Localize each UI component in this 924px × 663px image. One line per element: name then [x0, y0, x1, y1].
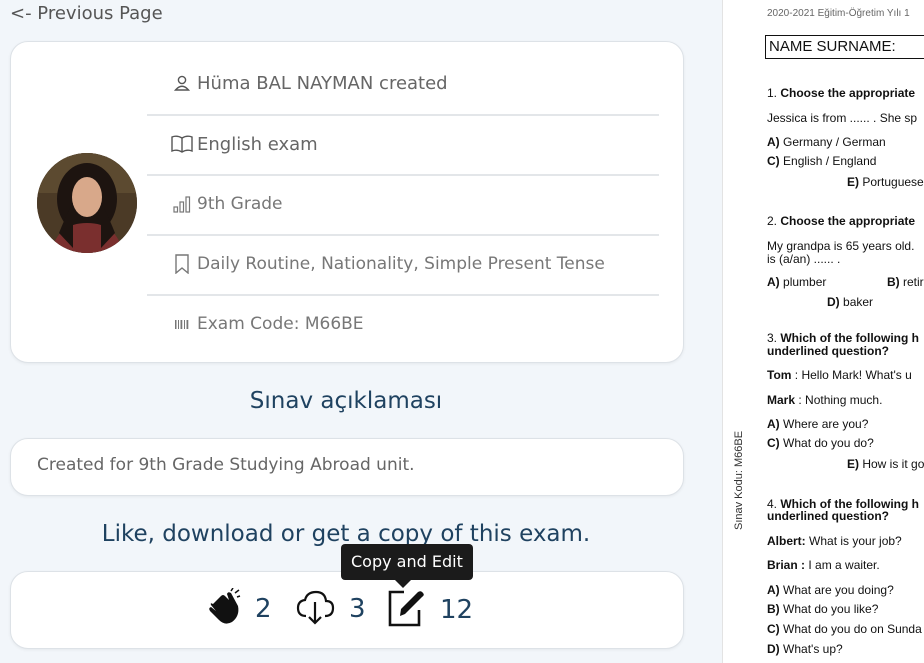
q2-text-line2: is (a/an) ...... .	[767, 252, 841, 266]
name-surname-field: NAME SURNAME:	[765, 35, 924, 59]
q2-option-a: A) plumber	[767, 275, 827, 289]
side-exam-code: Sınav Kodu: M66BE	[733, 430, 745, 530]
q2-option-d: D) baker	[827, 295, 874, 309]
previous-page-link[interactable]: <- Previous Page	[10, 3, 163, 24]
exam-details-panel: <- Previous Page Hüma BAL NAYMAN created	[0, 0, 722, 663]
clapping-hands-icon	[207, 587, 241, 630]
description-title: Sınav açıklaması	[249, 388, 443, 414]
exam-code-text: Exam Code: M66BE	[197, 314, 364, 334]
exam-info-card: Hüma BAL NAYMAN created English exam 9th…	[10, 41, 684, 363]
q4-option-b: B) What do you like?	[767, 602, 879, 616]
actions-card: 2 3 12	[10, 571, 684, 649]
q4-dialogue-albert: Albert: What is your job?	[767, 534, 902, 548]
exam-name-text: English exam	[197, 133, 318, 155]
copy-edit-button[interactable]: 12	[386, 588, 473, 632]
avatar	[37, 153, 137, 253]
creator-row: Hüma BAL NAYMAN created	[147, 54, 659, 112]
barcode-icon	[171, 313, 193, 335]
q2-title: 2. Choose the appropriate	[767, 214, 916, 228]
q3-dialogue-mark: Mark : Nothing much.	[767, 393, 883, 407]
cloud-download-icon	[295, 588, 335, 630]
copy-edit-tooltip: Copy and Edit	[341, 544, 473, 588]
copy-count: 12	[440, 595, 474, 625]
description-card: Created for 9th Grade Studying Abroad un…	[10, 438, 684, 496]
like-count: 2	[255, 594, 272, 624]
topics-row: Daily Routine, Nationality, Simple Prese…	[147, 234, 659, 292]
exam-preview-document[interactable]: 2020-2021 Eğitim-Öğretim Yılı 1 NAME SUR…	[722, 0, 924, 663]
q1-option-a: A) Germany / German	[767, 135, 886, 149]
q3-option-e: E) How is it go	[847, 457, 924, 471]
q1-title: 1. Choose the appropriate	[767, 86, 916, 100]
exam-code-row: Exam Code: M66BE	[147, 294, 659, 352]
document-header: 2020-2021 Eğitim-Öğretim Yılı 1	[767, 8, 910, 19]
download-button[interactable]: 3	[295, 588, 366, 630]
q3-option-a: A) Where are you?	[767, 417, 869, 431]
edit-icon	[386, 588, 426, 632]
book-icon	[171, 133, 193, 155]
avatar-image	[37, 153, 137, 253]
q3-option-c: C) What do you do?	[767, 436, 874, 450]
exam-name-row: English exam	[147, 114, 659, 172]
q3-title: 3. Which of the following h	[767, 331, 919, 345]
grade-row: 9th Grade	[147, 174, 659, 232]
q1-option-e: E) Portuguese	[847, 175, 924, 189]
q3-dialogue-tom: Tom : Hello Mark! What's u	[767, 368, 912, 382]
grade-text: 9th Grade	[197, 194, 283, 214]
description-text: Created for 9th Grade Studying Abroad un…	[37, 455, 415, 475]
like-button[interactable]: 2	[207, 587, 272, 630]
signal-bars-icon	[171, 193, 193, 215]
topics-text: Daily Routine, Nationality, Simple Prese…	[197, 254, 605, 274]
q2-text-line1: My grandpa is 65 years old.	[767, 239, 915, 253]
q4-option-c: C) What do you do on Sunda	[767, 622, 922, 636]
q2-option-b: B) retir	[887, 275, 924, 289]
q4-option-d: D) What's up?	[767, 642, 843, 656]
creator-text: Hüma BAL NAYMAN created	[197, 72, 448, 94]
user-icon	[171, 72, 193, 94]
q1-text: Jessica is from ...... . She sp	[767, 111, 918, 125]
q4-dialogue-brian: Brian : I am a waiter.	[767, 558, 880, 572]
q4-option-a: A) What are you doing?	[767, 583, 894, 597]
q4-title-line2: underlined question?	[767, 509, 889, 523]
q1-option-c: C) English / England	[767, 154, 877, 168]
download-count: 3	[349, 594, 366, 624]
bookmark-icon	[171, 253, 193, 275]
q3-title-line2: underlined question?	[767, 344, 889, 358]
